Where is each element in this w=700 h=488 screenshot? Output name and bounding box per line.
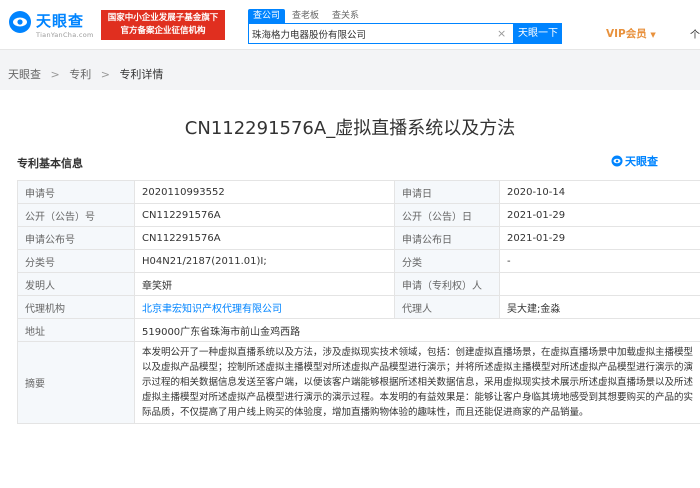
tab-search-relation[interactable]: 查关系: [332, 9, 359, 23]
label-agent: 代理人: [394, 295, 500, 319]
label-address: 地址: [17, 318, 135, 342]
table-row: 发明人 章笑妍 申请（专利权）人: [17, 272, 700, 296]
patent-info-table: 申请号 2020110993552 申请日 2020-10-14 公开（公告）号…: [17, 180, 700, 424]
logo-text: 天眼查: [36, 12, 85, 30]
patent-detail-card: CN112291576A_虚拟直播系统以及方法 专利基本信息 天眼查 申请号 2…: [0, 90, 700, 488]
value-application-number: 2020110993552: [134, 180, 395, 204]
official-banner: 国家中小企业发展子基金旗下 官方备案企业征信机构: [101, 10, 225, 40]
breadcrumb-patent[interactable]: 专利: [69, 68, 91, 81]
value-publication-date: 2021-01-29: [499, 203, 700, 227]
search-button[interactable]: 天眼一下: [514, 23, 562, 44]
clear-icon[interactable]: ×: [497, 26, 506, 41]
chevron-down-icon: ▼: [650, 31, 656, 39]
table-row: 申请号 2020110993552 申请日 2020-10-14: [17, 180, 700, 204]
vip-link[interactable]: VIP会员 ▼: [606, 26, 656, 41]
label-abstract: 摘要: [17, 341, 135, 424]
label-inventor: 发明人: [17, 272, 135, 296]
search-input[interactable]: [252, 24, 487, 43]
label-agency: 代理机构: [17, 295, 135, 319]
label-application-number: 申请号: [17, 180, 135, 204]
table-row: 地址 519000广东省珠海市前山金鸡西路: [17, 318, 700, 342]
label-publication-date: 公开（公告）日: [394, 203, 500, 227]
page-title: CN112291576A_虚拟直播系统以及方法: [184, 118, 516, 139]
table-row: 分类号 H04N21/2187(2011.01)I; 分类 -: [17, 249, 700, 273]
value-address: 519000广东省珠海市前山金鸡西路: [134, 318, 700, 342]
banner-line-1: 国家中小企业发展子基金旗下: [107, 13, 219, 23]
table-row: 申请公布号 CN112291576A 申请公布日 2021-01-29: [17, 226, 700, 250]
label-app-pub-number: 申请公布号: [17, 226, 135, 250]
value-application-date: 2020-10-14: [499, 180, 700, 204]
label-publication-number: 公开（公告）号: [17, 203, 135, 227]
value-applicant: [499, 272, 700, 296]
label-app-pub-date: 申请公布日: [394, 226, 500, 250]
tianyancha-logo[interactable]: 天眼查 TianYanCha.com: [8, 8, 98, 42]
tianyancha-watermark-logo: 天眼查: [611, 153, 658, 169]
table-row: 代理机构 北京聿宏知识产权代理有限公司 代理人 吴大建;金淼: [17, 295, 700, 319]
nav-item-truncated[interactable]: 个: [690, 26, 700, 41]
value-agent: 吴大建;金淼: [499, 295, 700, 319]
value-agency-link[interactable]: 北京聿宏知识产权代理有限公司: [134, 295, 395, 319]
label-application-date: 申请日: [394, 180, 500, 204]
breadcrumb: 天眼查 > 专利 > 专利详情: [8, 66, 163, 82]
banner-line-2: 官方备案企业征信机构: [120, 26, 206, 36]
tab-search-boss[interactable]: 查老板: [292, 9, 319, 23]
breadcrumb-separator: >: [100, 68, 110, 81]
logo-domain: TianYanCha.com: [36, 31, 94, 39]
section-title: 专利基本信息: [17, 157, 83, 170]
value-publication-number: CN112291576A: [134, 203, 395, 227]
breadcrumb-current: 专利详情: [119, 68, 164, 81]
search-box: ×: [248, 23, 514, 44]
table-row: 公开（公告）号 CN112291576A 公开（公告）日 2021-01-29: [17, 203, 700, 227]
vip-label: VIP会员: [606, 28, 647, 40]
watermark-text: 天眼查: [625, 155, 658, 168]
value-classification-number: H04N21/2187(2011.01)I;: [134, 249, 395, 273]
breadcrumb-separator: >: [50, 68, 60, 81]
logo-eye-icon: [611, 155, 623, 167]
top-header: 天眼查 TianYanCha.com 国家中小企业发展子基金旗下 官方备案企业征…: [0, 0, 700, 50]
value-abstract: 本发明公开了一种虚拟直播系统以及方法，涉及虚拟现实技术领域，包括：创建虚拟直播场…: [134, 341, 700, 424]
table-row: 摘要 本发明公开了一种虚拟直播系统以及方法，涉及虚拟现实技术领域，包括：创建虚拟…: [17, 341, 700, 424]
value-classification: -: [499, 249, 700, 273]
tab-search-company[interactable]: 查公司: [248, 9, 286, 23]
label-applicant: 申请（专利权）人: [394, 272, 500, 296]
label-classification-number: 分类号: [17, 249, 135, 273]
value-inventor: 章笑妍: [134, 272, 395, 296]
logo-eye-icon: [9, 11, 31, 33]
value-app-pub-number: CN112291576A: [134, 226, 395, 250]
value-app-pub-date: 2021-01-29: [499, 226, 700, 250]
breadcrumb-home[interactable]: 天眼查: [8, 68, 41, 81]
label-classification: 分类: [394, 249, 500, 273]
